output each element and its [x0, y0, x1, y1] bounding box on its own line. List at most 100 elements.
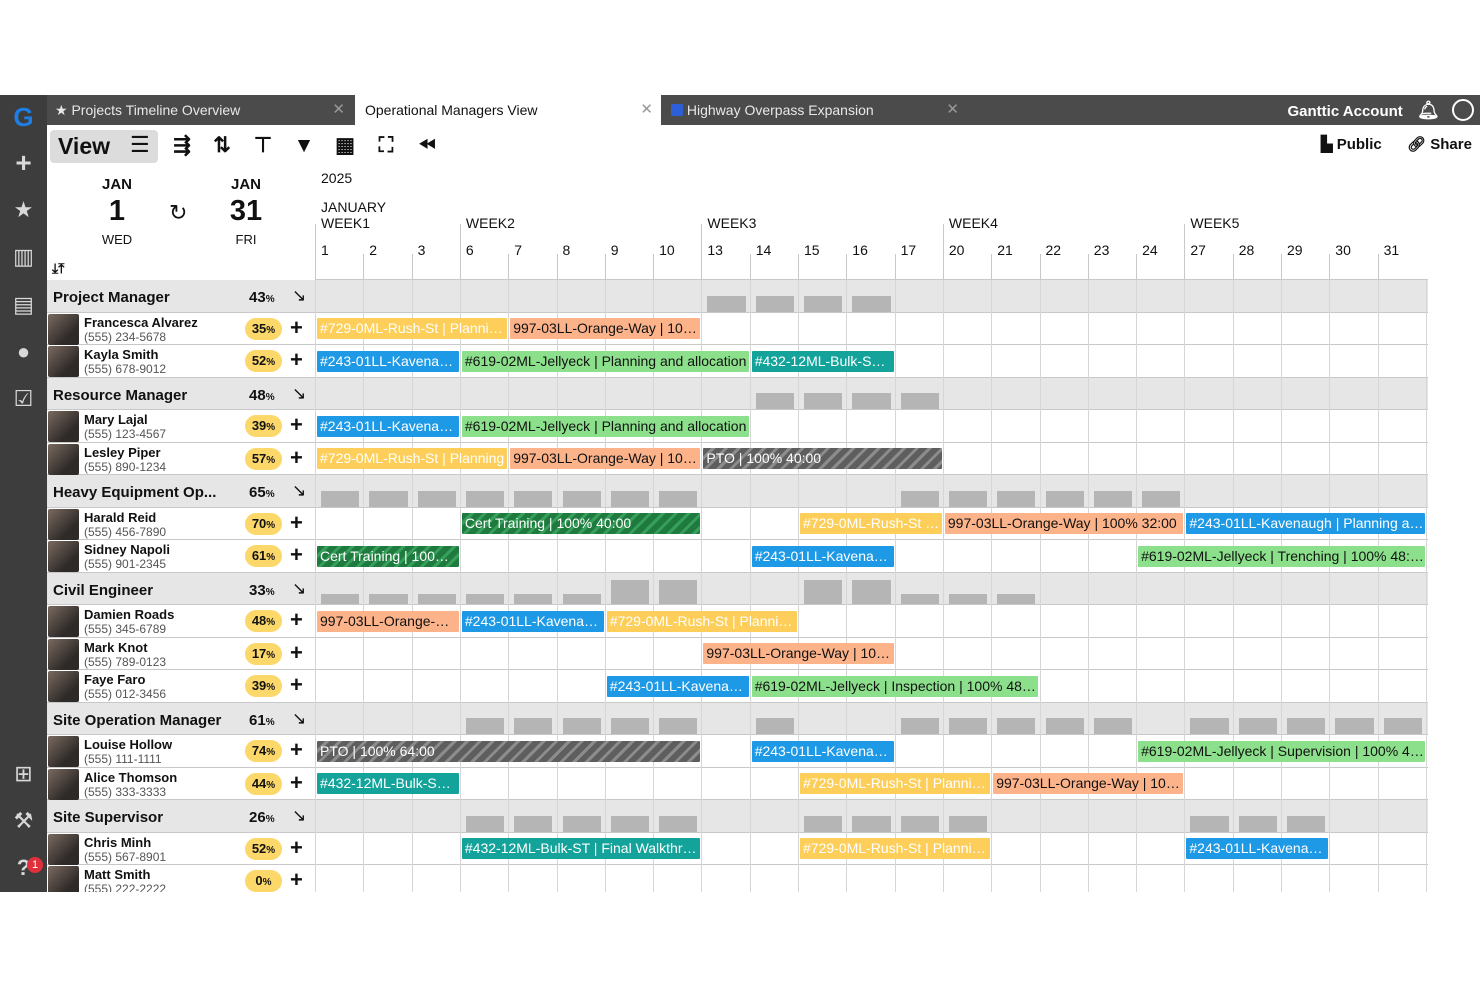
expand-arrow-icon[interactable]: ↘: [292, 579, 306, 599]
report-icon[interactable]: ▥: [0, 239, 47, 275]
add-task-button[interactable]: +: [290, 737, 303, 763]
task-bar[interactable]: #243-01LL-Kavenaugh | Site: [606, 675, 749, 697]
refresh-icon[interactable]: ↻: [169, 200, 187, 226]
close-icon[interactable]: ✕: [640, 95, 653, 125]
task-bar[interactable]: PTO | 100% 64:00: [317, 740, 701, 762]
resource-name[interactable]: Chris Minh: [84, 835, 151, 850]
task-bar[interactable]: Cert Training | 100% 24:00: [317, 545, 459, 567]
add-task-button[interactable]: +: [290, 835, 303, 861]
avatar[interactable]: [48, 606, 79, 637]
expand-arrow-icon[interactable]: ↘: [292, 481, 306, 501]
task-bar[interactable]: #432-12ML-Bulk-ST | Final: [751, 350, 894, 372]
task-bar[interactable]: #729-0ML-Rush-St | Planning and allocati…: [800, 773, 991, 795]
resource-row[interactable]: Sidney Napoli (555) 901-2345 61% + Cert Trai…: [47, 540, 1428, 573]
drop-icon[interactable]: ●: [0, 334, 47, 370]
expand-arrow-icon[interactable]: ↘: [292, 709, 306, 729]
task-bar[interactable]: #619-02ML-Jellyeck | Supervision | 100% …: [1138, 740, 1425, 762]
task-bar[interactable]: #729-0ML-Rush-St | Planning and allocati…: [800, 838, 991, 860]
resource-row[interactable]: Damien Roads (555) 345-6789 48% +997-03LL-O…: [47, 605, 1428, 638]
resource-row[interactable]: Francesca Alvarez (555) 234-5678 35% + #729-…: [47, 312, 1428, 345]
tab-projects-timeline[interactable]: ★ Projects Timeline Overview ✕: [47, 95, 353, 125]
view-menu-button[interactable]: View ☰: [50, 130, 158, 163]
task-bar[interactable]: #729-0ML-Rush-St | Planning: [800, 513, 942, 535]
group-row[interactable]: Resource Manager 48% ↘: [47, 377, 1428, 410]
task-bar[interactable]: 997-03LL-Orange-Way | 100% 32:00: [944, 513, 1184, 535]
resource-row[interactable]: Kayla Smith (555) 678-9012 52% + #243-01LL-K…: [47, 345, 1428, 378]
task-bar[interactable]: 997-03LL-Orange-Way | 100% 40:00: [510, 318, 701, 340]
add-task-button[interactable]: +: [290, 672, 303, 698]
resource-name[interactable]: Francesca Alvarez: [84, 315, 198, 330]
wrench-icon[interactable]: ⚒: [0, 803, 47, 839]
bell-icon[interactable]: 🔔︎: [1417, 100, 1440, 120]
avatar[interactable]: [48, 866, 79, 892]
avatar[interactable]: [48, 736, 79, 767]
close-icon[interactable]: ✕: [332, 95, 345, 125]
resource-row[interactable]: Louise Hollow (555) 111-1111 74% + PTO | 100…: [47, 735, 1428, 768]
tab-operational-managers[interactable]: Operational Managers View ✕: [355, 95, 661, 125]
add-task-button[interactable]: +: [290, 315, 303, 341]
avatar[interactable]: [48, 768, 79, 800]
avatar[interactable]: [48, 443, 79, 475]
add-task-button[interactable]: +: [290, 770, 303, 796]
task-bar[interactable]: #243-01LL-Kavenaugh | Planning: [317, 350, 459, 372]
task-bar[interactable]: 997-03LL-Orange-Way | 100% 32:00: [993, 773, 1184, 795]
tab-highway-overpass[interactable]: Highway Overpass Expansion ✕: [663, 95, 967, 125]
resource-name[interactable]: Sidney Napoli: [84, 542, 170, 557]
add-icon[interactable]: +: [0, 145, 47, 181]
resource-name[interactable]: Matt Smith: [84, 867, 150, 882]
avatar[interactable]: [48, 671, 79, 702]
expand-arrow-icon[interactable]: ↘: [292, 286, 306, 306]
logo-icon[interactable]: G: [0, 99, 47, 135]
resource-row[interactable]: Faye Faro (555) 012-3456 39% + #243-01LL-Kav…: [47, 670, 1428, 703]
share-button[interactable]: 🔗︎ Share: [1407, 135, 1472, 153]
sort-icon[interactable]: ⇅: [207, 130, 237, 162]
resource-name[interactable]: Mary Lajal: [84, 412, 148, 427]
add-task-button[interactable]: +: [290, 510, 303, 536]
expand-arrow-icon[interactable]: ↘: [292, 384, 306, 404]
resource-row[interactable]: Matt Smith (555) 222-2222 0% +: [47, 865, 1428, 892]
archive-icon[interactable]: ▤: [0, 287, 47, 323]
resource-row[interactable]: Alice Thomson (555) 333-3333 44% + #432-12ML…: [47, 767, 1428, 800]
task-bar[interactable]: #729-0ML-Rush-St | Planning: [317, 448, 508, 470]
org-icon[interactable]: ⊞: [0, 756, 47, 792]
add-task-button[interactable]: +: [290, 445, 303, 471]
task-bar[interactable]: #243-01LL-Kavenaugh | Site: [751, 545, 894, 567]
add-task-button[interactable]: +: [290, 542, 303, 568]
task-bar[interactable]: #619-02ML-Jellyeck | Trenching | 100% 48…: [1138, 545, 1425, 567]
add-task-button[interactable]: +: [290, 867, 303, 892]
resource-name[interactable]: Faye Faro: [84, 672, 145, 687]
add-task-button[interactable]: +: [290, 640, 303, 666]
task-bar[interactable]: #619-02ML-Jellyeck | Inspection | 100% 4…: [751, 675, 1039, 697]
task-bar[interactable]: #729-0ML-Rush-St | Planning and allocati…: [317, 318, 508, 340]
resource-name[interactable]: Louise Hollow: [84, 737, 172, 752]
avatar[interactable]: [48, 541, 79, 572]
collapse-all-icon[interactable]: ⤓⤒: [52, 260, 64, 277]
task-bar[interactable]: 997-03LL-Orange-Way | 100% 40:00: [510, 448, 701, 470]
star-icon[interactable]: ★: [0, 192, 47, 228]
task-bar[interactable]: #243-01LL-Kavenaugh | Site: [751, 740, 894, 762]
task-bar[interactable]: 997-03LL-Orange-Way | 100%: [317, 610, 459, 632]
rewind-icon[interactable]: ⏪︎: [412, 130, 442, 162]
task-bar[interactable]: #243-01LL-Kavenaugh | Planning: [317, 415, 459, 437]
avatar[interactable]: [48, 833, 79, 865]
task-bar[interactable]: #729-0ML-Rush-St | Planning and allocati…: [606, 610, 797, 632]
avatar[interactable]: [48, 411, 79, 442]
resource-row[interactable]: Mary Lajal (555) 123-4567 39% + #243-01LL-Ka…: [47, 410, 1428, 443]
resource-name[interactable]: Kayla Smith: [84, 347, 158, 362]
start-date[interactable]: JAN 1 WED: [77, 176, 157, 247]
group-row[interactable]: Civil Engineer 33% ↘: [47, 572, 1428, 605]
group-row[interactable]: Project Manager 43% ↘: [47, 280, 1428, 313]
add-task-button[interactable]: +: [290, 347, 303, 373]
avatar[interactable]: [48, 313, 79, 345]
expand-arrow-icon[interactable]: ↘: [292, 806, 306, 826]
resource-row[interactable]: Lesley Piper (555) 890-1234 57% + #729-0ML-R…: [47, 442, 1428, 475]
tasks-icon[interactable]: ☑: [0, 381, 47, 417]
user-icon[interactable]: [1452, 99, 1474, 121]
resource-row[interactable]: Mark Knot (555) 789-0123 17% +997-03LL-Oran…: [47, 637, 1428, 670]
avatar[interactable]: [48, 508, 79, 540]
task-bar[interactable]: #243-01LL-Kavenaugh | Planning: [461, 610, 604, 632]
task-bar[interactable]: PTO | 100% 40:00: [703, 448, 942, 470]
close-icon[interactable]: ✕: [946, 95, 959, 125]
task-bar[interactable]: #432-12ML-Bulk-ST | Planning: [317, 773, 459, 795]
task-bar[interactable]: #619-02ML-Jellyeck | Planning and alloca…: [461, 350, 749, 372]
